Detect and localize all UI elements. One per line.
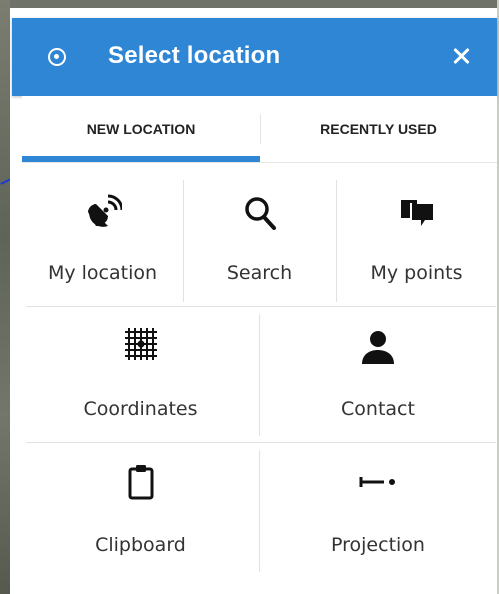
tab-new-location[interactable]: NEW LOCATION bbox=[22, 96, 260, 162]
satellite-dish-icon bbox=[87, 194, 122, 227]
option-contact[interactable]: Contact bbox=[259, 314, 497, 442]
option-label: My location bbox=[47, 262, 158, 284]
option-label: Search bbox=[226, 262, 293, 284]
close-icon[interactable] bbox=[447, 42, 475, 70]
dialog-title: Select location bbox=[108, 42, 281, 69]
option-search[interactable]: Search bbox=[183, 162, 336, 306]
grid-coordinates-icon bbox=[124, 328, 157, 360]
option-my-location[interactable]: My location bbox=[22, 162, 183, 306]
search-icon bbox=[244, 197, 276, 230]
map-edge bbox=[0, 0, 10, 594]
option-label: Projection bbox=[331, 534, 425, 556]
grid-divider bbox=[26, 442, 496, 443]
option-label: My points bbox=[370, 262, 463, 284]
option-label: Clipboard bbox=[95, 534, 186, 556]
projection-icon bbox=[359, 477, 395, 487]
chat-bubbles-icon bbox=[400, 200, 433, 226]
grid-divider bbox=[26, 306, 496, 307]
option-label: Coordinates bbox=[83, 398, 198, 420]
target-icon bbox=[48, 48, 66, 66]
option-clipboard[interactable]: Clipboard bbox=[22, 450, 259, 594]
option-coordinates[interactable]: Coordinates bbox=[22, 314, 259, 442]
tab-recently-used[interactable]: RECENTLY USED bbox=[260, 96, 497, 162]
tab-bar: NEW LOCATION RECENTLY USED bbox=[22, 96, 497, 163]
option-my-points[interactable]: My points bbox=[336, 162, 497, 306]
location-options-grid: My location Search My points Coordinates… bbox=[22, 162, 497, 594]
person-icon bbox=[362, 331, 394, 364]
option-label: Contact bbox=[341, 398, 415, 420]
option-projection[interactable]: Projection bbox=[259, 450, 497, 594]
clipboard-icon bbox=[128, 465, 153, 500]
dialog-header: Select location bbox=[12, 18, 497, 96]
